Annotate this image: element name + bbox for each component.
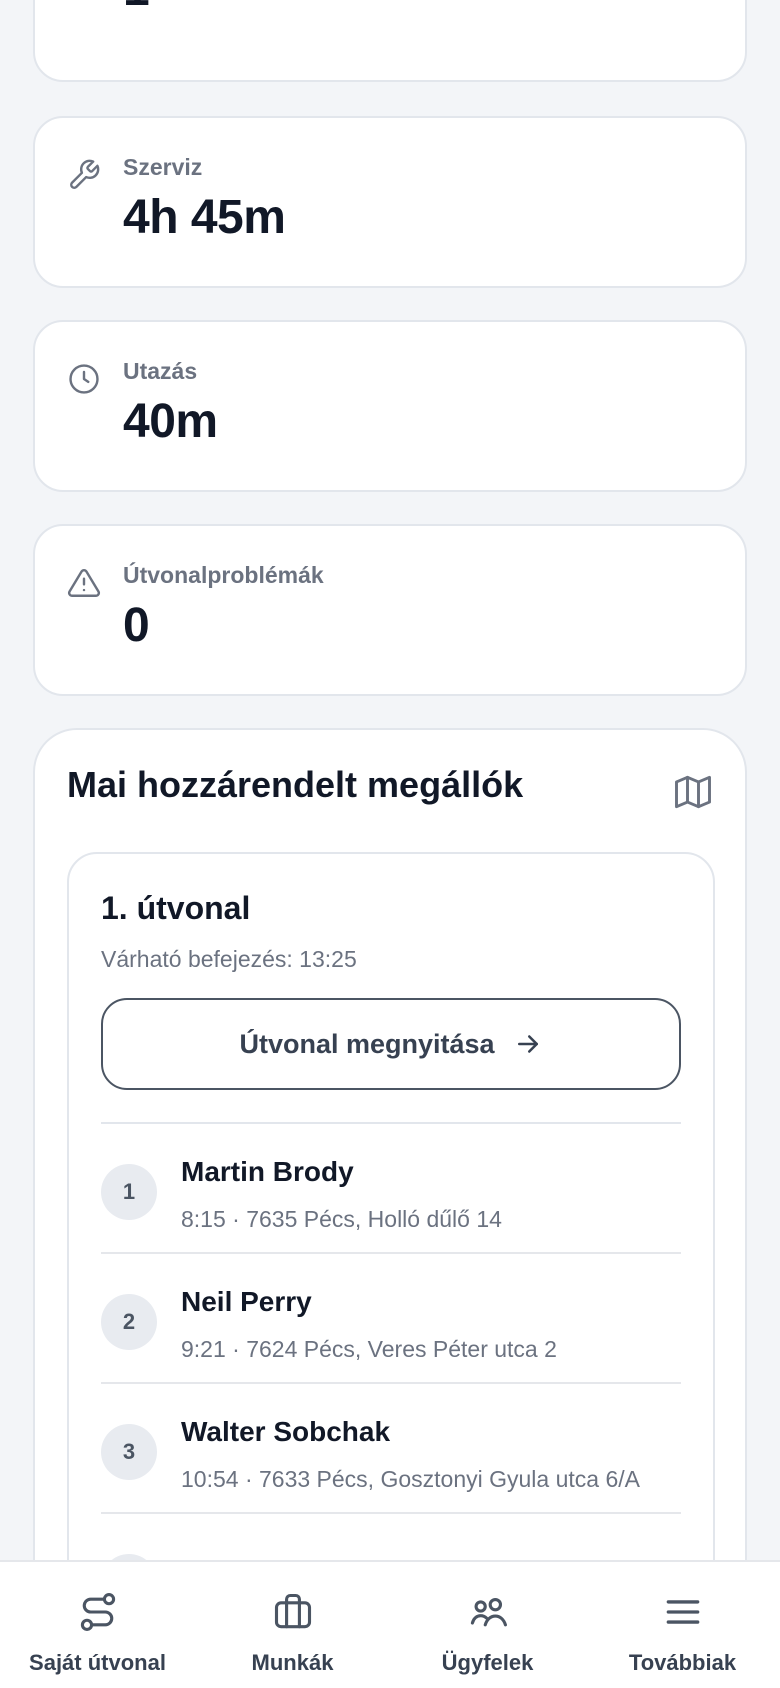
nav-item-jobs[interactable]: Munkák xyxy=(195,1562,390,1688)
stop-customer-name: Martin Brody xyxy=(181,1156,354,1187)
route-eta: Várható befejezés: 13:25 xyxy=(101,946,357,972)
stop-time-address: 9:21 · 7624 Pécs, Veres Péter utca 2 xyxy=(181,1336,557,1362)
stat-value: 1 xyxy=(123,0,150,17)
wrench-icon xyxy=(67,158,101,192)
stop-item[interactable]: 2 Neil Perry 9:21 · 7624 Pécs, Veres Pét… xyxy=(101,1254,681,1384)
stat-label: Szerviz xyxy=(123,154,203,180)
customers-icon xyxy=(466,1590,510,1634)
warning-icon xyxy=(67,566,101,600)
stop-number-badge: 1 xyxy=(101,1164,157,1220)
nav-label: Munkák xyxy=(251,1650,334,1675)
stop-time-address: 10:54 · 7633 Pécs, Gosztonyi Gyula utca … xyxy=(181,1466,640,1492)
stat-card-service: Szerviz 4h 45m xyxy=(33,116,747,288)
stop-number-badge: 2 xyxy=(101,1294,157,1350)
open-route-label: Útvonal megnyitása xyxy=(239,1028,495,1059)
stop-customer-name: Walter Sobchak xyxy=(181,1416,391,1447)
menu-icon xyxy=(661,1590,705,1634)
stat-card-travel: Utazás 40m xyxy=(33,320,747,492)
stat-value: 40m xyxy=(123,395,218,448)
stat-label: Útvonalproblémák xyxy=(123,562,324,588)
arrow-right-icon xyxy=(513,1029,543,1059)
stat-label: Utazás xyxy=(123,358,198,384)
stat-card-route-issues: Útvonalproblémák 0 xyxy=(33,524,747,696)
route-title: 1. útvonal xyxy=(101,890,251,926)
nav-item-customers[interactable]: Ügyfelek xyxy=(390,1562,585,1688)
stop-time-address: 8:15 · 7635 Pécs, Holló dűlő 14 xyxy=(181,1206,502,1232)
stop-item[interactable]: 3 Walter Sobchak 10:54 · 7633 Pécs, Gosz… xyxy=(101,1384,681,1514)
nav-label: Ügyfelek xyxy=(441,1650,534,1675)
stop-item[interactable]: 1 Martin Brody 8:15 · 7635 Pécs, Holló d… xyxy=(101,1124,681,1254)
assigned-stops-panel: Mai hozzárendelt megállók 1. útvonal Vár… xyxy=(33,728,747,1688)
open-route-button[interactable]: Útvonal megnyitása xyxy=(101,998,681,1090)
nav-item-my-route[interactable]: Saját útvonal xyxy=(0,1562,195,1688)
stat-value: 4h 45m xyxy=(123,191,286,244)
stat-card-top: 1 xyxy=(33,0,747,82)
stat-value: 0 xyxy=(123,599,150,652)
clock-icon xyxy=(67,362,101,396)
nav-label: Továbbiak xyxy=(628,1650,737,1675)
route-icon xyxy=(76,1590,120,1634)
stop-customer-name: Neil Perry xyxy=(181,1286,312,1317)
briefcase-icon xyxy=(271,1590,315,1634)
map-icon[interactable] xyxy=(671,770,715,814)
bottom-navigation: Saját útvonal Munkák Ügyfelek Továbbiak xyxy=(0,1560,780,1688)
nav-item-more[interactable]: Továbbiak xyxy=(585,1562,780,1688)
panel-title: Mai hozzárendelt megállók xyxy=(67,764,524,805)
nav-label: Saját útvonal xyxy=(29,1650,166,1675)
stop-number-badge: 3 xyxy=(101,1424,157,1480)
